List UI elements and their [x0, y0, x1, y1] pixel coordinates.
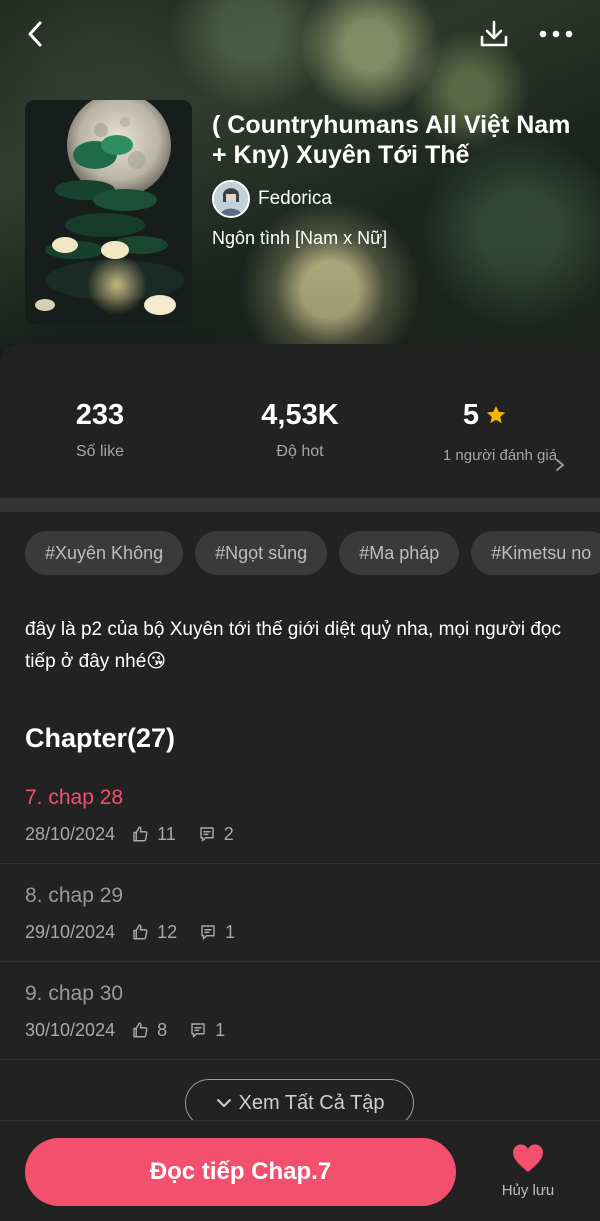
chapter-likes: 12 [131, 920, 177, 944]
chapter-like-count: 11 [157, 824, 176, 844]
tag-chip[interactable]: #Ngọt sủng [195, 531, 328, 575]
chapter-title[interactable]: 9. chap 30 [25, 980, 123, 1008]
thumbs-up-icon [133, 924, 148, 940]
book-cover[interactable] [25, 100, 192, 324]
chapter-meta: 28/10/2024 11 2 [25, 822, 234, 846]
author-avatar[interactable] [212, 180, 250, 218]
unsave-label: Hủy lưu [501, 1182, 555, 1199]
author-name[interactable]: Fedorica [258, 188, 332, 210]
tag-list: #Xuyên Không #Ngọt sủng #Ma pháp #Kimets… [25, 531, 600, 575]
chapter-likes: 11 [131, 822, 176, 846]
more-options-button[interactable] [536, 16, 576, 52]
rating-label[interactable]: 1 người đánh giá [440, 446, 560, 466]
chapter-comment-count: 2 [223, 824, 234, 844]
back-button[interactable] [18, 16, 54, 52]
stats-row: 233 Số like 4,53K Độ hot 5 1 người đánh … [0, 344, 600, 498]
see-all-label: Xem Tất Cả Tập [238, 1091, 385, 1114]
chapter-row[interactable]: 8. chap 29 29/10/2024 12 1 [0, 864, 600, 962]
chevron-right-icon[interactable] [554, 458, 566, 472]
rating-stat[interactable]: 5 [400, 396, 570, 434]
download-icon [480, 20, 508, 47]
chapter-title[interactable]: 8. chap 29 [25, 882, 123, 910]
hot-count: 4,53K [261, 399, 339, 431]
hot-label: Độ hot [276, 443, 324, 460]
tag-chip[interactable]: #Ma pháp [339, 531, 460, 575]
book-description: đây là p2 của bộ Xuyên tới thế giới diệt… [25, 619, 561, 672]
likes-stat: 233 Số like [0, 396, 200, 462]
more-horizontal-icon [539, 30, 573, 38]
comment-icon [201, 925, 215, 940]
top-bar [0, 0, 600, 70]
likes-label: Số like [75, 443, 125, 460]
unsave-button[interactable]: Hủy lưu [494, 1143, 562, 1199]
rating-value: 5 [462, 399, 480, 431]
bottom-action-bar: Đọc tiếp Chap.7 Hủy lưu [0, 1120, 600, 1221]
likes-count: 233 [75, 399, 125, 431]
chapter-like-count: 8 [157, 1020, 168, 1040]
author-row[interactable]: Fedorica [212, 180, 332, 218]
chapter-list: 7. chap 28 28/10/2024 11 2 8. chap 29 29… [0, 766, 600, 1060]
chapter-likes: 8 [131, 1018, 167, 1042]
chapter-meta: 29/10/2024 12 1 [25, 920, 235, 944]
chapter-comment-count: 1 [225, 922, 236, 942]
heart-icon [513, 1144, 543, 1172]
continue-reading-button[interactable]: Đọc tiếp Chap.7 [25, 1138, 456, 1206]
thumbs-up-icon [133, 1022, 148, 1038]
chapter-date: 29/10/2024 [25, 922, 116, 942]
chapter-date: 30/10/2024 [25, 1020, 116, 1040]
cover-art-image [25, 100, 192, 324]
chapter-like-count: 12 [157, 922, 178, 942]
rating-value-row: 5 [400, 396, 570, 434]
star-icon [486, 405, 506, 424]
thumbs-up-icon [133, 826, 148, 842]
chapter-comment-count: 1 [215, 1020, 226, 1040]
tag-chip[interactable]: #Xuyên Không [25, 531, 184, 575]
details-panel: 233 Số like 4,53K Độ hot 5 1 người đánh … [0, 344, 600, 1221]
genre-label: Ngôn tình [Nam x Nữ] [212, 228, 388, 248]
avatar-image [214, 182, 248, 216]
chapter-date: 28/10/2024 [25, 824, 116, 844]
chapter-comments: 2 [198, 822, 234, 846]
chapter-meta: 30/10/2024 8 1 [25, 1018, 225, 1042]
chevron-down-icon [216, 1099, 231, 1107]
book-title: ( Countryhumans All Việt Nam + Kny) Xuyê… [212, 111, 571, 169]
chapter-row[interactable]: 9. chap 30 30/10/2024 8 1 [0, 962, 600, 1060]
chapter-title[interactable]: 7. chap 28 [25, 784, 123, 812]
chapter-row[interactable]: 7. chap 28 28/10/2024 11 2 [0, 766, 600, 864]
download-button[interactable] [476, 16, 512, 52]
comment-icon [191, 1023, 205, 1038]
section-divider [0, 498, 600, 512]
chevron-left-icon [28, 21, 42, 47]
chapter-comments: 1 [199, 920, 235, 944]
tag-chip[interactable]: #Kimetsu no [471, 531, 600, 575]
hot-stat: 4,53K Độ hot [200, 396, 400, 462]
comment-icon [200, 827, 214, 842]
chapter-heading: Chapter(27) [25, 723, 176, 753]
chapter-comments: 1 [189, 1018, 225, 1042]
